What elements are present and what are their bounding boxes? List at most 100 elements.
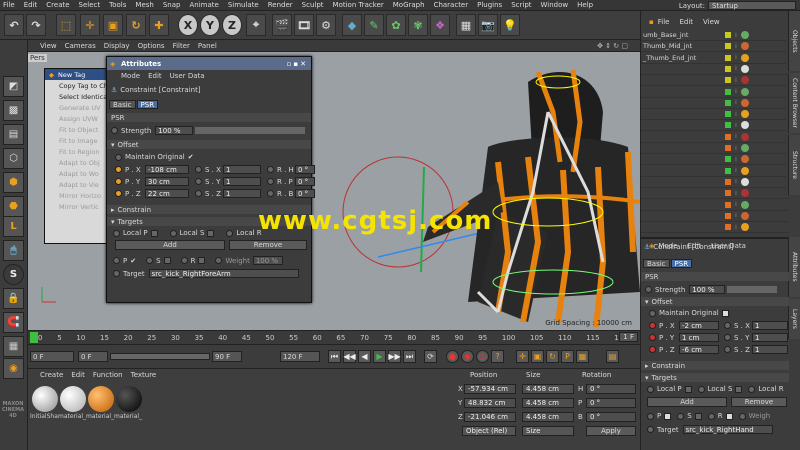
pz-field[interactable]: 22 cm: [145, 189, 189, 198]
side-tab-structure[interactable]: Structure: [788, 135, 800, 195]
local-p-radio[interactable]: [113, 229, 120, 237]
attributes-dialog-titlebar[interactable]: ◈ Attributes ▫▪✕: [107, 57, 311, 70]
window-controls-icon[interactable]: ▫▪✕: [287, 60, 308, 68]
local-p-checkbox[interactable]: [150, 229, 158, 237]
x-axis-button[interactable]: X: [178, 14, 198, 36]
rh-field[interactable]: 0 °: [295, 165, 315, 174]
object-row[interactable]: ⁞: [641, 154, 789, 166]
object-layer-color-icon[interactable]: [725, 54, 731, 61]
target-r-checkbox[interactable]: [198, 257, 206, 264]
rotation-b-field[interactable]: 0 °: [586, 412, 636, 422]
tweak-mode-icon[interactable]: 🖱: [3, 240, 24, 261]
make-editable-icon[interactable]: ◩: [3, 76, 24, 97]
object-tag-icon[interactable]: [740, 121, 749, 130]
right-tab-basic[interactable]: Basic: [643, 259, 670, 268]
record-position-icon[interactable]: ✛: [516, 350, 529, 363]
right-target-radio[interactable]: [647, 426, 654, 433]
object-menu-edit[interactable]: Edit: [679, 18, 693, 26]
sz-field[interactable]: 1: [223, 189, 261, 198]
range-end-field[interactable]: 90 F: [212, 351, 242, 362]
object-tag-icon[interactable]: [740, 110, 749, 119]
menu-help[interactable]: Help: [577, 1, 593, 9]
right-pz-field[interactable]: -6 cm: [679, 345, 719, 354]
render-settings-icon[interactable]: ⚙: [316, 14, 336, 36]
size-x-field[interactable]: 4.458 cm: [522, 384, 574, 394]
visibility-dots-icon[interactable]: ⁞: [735, 88, 737, 95]
size-z-field[interactable]: 4.458 cm: [522, 412, 574, 422]
visibility-dots-icon[interactable]: ⁞: [735, 111, 737, 118]
dialog-menu-user-data[interactable]: User Data: [170, 72, 205, 80]
object-row[interactable]: ⁞: [641, 166, 789, 177]
dialog-menu-mode[interactable]: Mode: [121, 72, 140, 80]
menu-motion-tracker[interactable]: Motion Tracker: [333, 1, 384, 9]
sx-radio[interactable]: [195, 166, 202, 173]
target-p-radio[interactable]: [113, 257, 120, 264]
move-tool-icon[interactable]: ✛: [80, 14, 100, 36]
object-tag-icon[interactable]: [740, 200, 749, 209]
panel-divider[interactable]: [641, 237, 789, 239]
next-frame-button[interactable]: ▶▶: [388, 350, 401, 363]
workplane-icon[interactable]: ▤: [3, 124, 24, 145]
dialog-tab-basic[interactable]: Basic: [109, 100, 136, 109]
previous-frame-button[interactable]: ◀: [358, 350, 371, 363]
object-row[interactable]: Thumb_Mid_jnt ⁞: [641, 41, 789, 53]
rp-field[interactable]: 0 °: [295, 177, 315, 186]
local-r-radio[interactable]: [226, 229, 234, 237]
y-axis-button[interactable]: Y: [200, 14, 220, 36]
right-strength-field[interactable]: 100 %: [689, 285, 726, 294]
right-sx-field[interactable]: 1: [752, 321, 788, 330]
viewport-nav-icons[interactable]: ✥ ⇕ ↻ ▢: [597, 42, 628, 50]
edges-mode-icon[interactable]: ⬢: [3, 172, 24, 193]
go-to-start-button[interactable]: ⏮: [328, 350, 341, 363]
viewport-menu-panel[interactable]: Panel: [198, 42, 217, 50]
right-sy-radio[interactable]: [724, 334, 731, 341]
viewport-menu-filter[interactable]: Filter: [173, 42, 190, 50]
position-y-field[interactable]: 48.832 cm: [464, 398, 516, 408]
object-layer-color-icon[interactable]: [725, 99, 731, 106]
points-mode-icon[interactable]: ⬡: [3, 148, 24, 169]
redo-icon[interactable]: ↷: [26, 14, 46, 36]
px-field[interactable]: -108 cm: [145, 165, 189, 174]
side-tab-objects[interactable]: Objects: [788, 11, 800, 71]
dialog-tab-psr[interactable]: PSR: [136, 100, 159, 109]
layout-dropdown[interactable]: Startup: [708, 1, 796, 10]
object-row[interactable]: ⁞: [641, 98, 789, 109]
start-frame-field[interactable]: 0 F: [30, 351, 74, 362]
magnet-icon[interactable]: 🧲: [3, 312, 24, 333]
visibility-dots-icon[interactable]: ⁞: [735, 65, 737, 72]
rb-field[interactable]: 0 °: [295, 189, 315, 198]
array-icon[interactable]: ✾: [408, 14, 428, 36]
target-s-checkbox[interactable]: [163, 257, 171, 264]
object-tag-icon[interactable]: [740, 53, 749, 62]
right-target-p-radio[interactable]: [647, 412, 654, 420]
sy-radio[interactable]: [195, 178, 202, 185]
menu-character[interactable]: Character: [434, 1, 469, 9]
menu-tools[interactable]: Tools: [109, 1, 126, 9]
visibility-dots-icon[interactable]: ⁞: [735, 32, 737, 39]
local-s-checkbox[interactable]: [207, 229, 215, 237]
snap-s-button[interactable]: S: [3, 264, 24, 285]
object-tag-icon[interactable]: [740, 177, 749, 186]
visibility-dots-icon[interactable]: ⁞: [735, 145, 737, 152]
visibility-dots-icon[interactable]: ⁞: [735, 122, 737, 129]
right-target-s-radio[interactable]: [677, 412, 685, 420]
recent-tool-icon[interactable]: ✚: [149, 14, 169, 36]
object-row[interactable]: _Thumb_End_jnt ⁞: [641, 53, 789, 64]
position-z-field[interactable]: -21.046 cm: [464, 412, 516, 422]
menu-simulate[interactable]: Simulate: [228, 1, 259, 9]
grid-icon[interactable]: ▦: [3, 336, 24, 357]
render-picture-viewer-icon[interactable]: 🎞: [294, 14, 314, 36]
right-remove-target-button[interactable]: Remove: [731, 397, 787, 407]
loop-icon[interactable]: ⟳: [424, 350, 437, 363]
right-maintain-original-checkbox[interactable]: [721, 309, 729, 317]
visibility-dots-icon[interactable]: ⁞: [735, 167, 737, 174]
cube-icon[interactable]: ◆: [342, 14, 362, 36]
menu-script[interactable]: Script: [511, 1, 531, 9]
right-sx-radio[interactable]: [724, 322, 731, 329]
object-row[interactable]: ⁞: [641, 87, 789, 98]
px-radio[interactable]: [115, 166, 122, 173]
target-s-radio[interactable]: [146, 257, 154, 264]
object-menu-view[interactable]: View: [703, 18, 720, 26]
visibility-dots-icon[interactable]: ⁞: [735, 212, 737, 219]
record-keyframe-icon[interactable]: ●: [446, 350, 459, 363]
